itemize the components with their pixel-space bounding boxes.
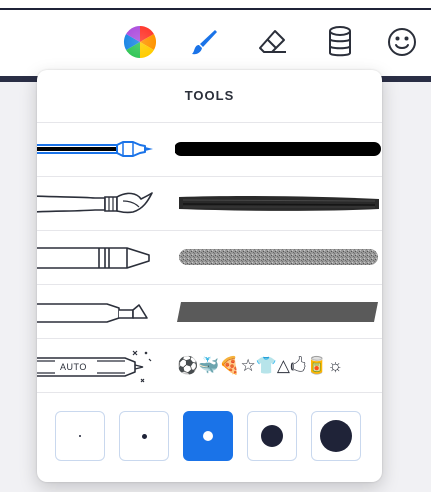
marker-icon (37, 141, 153, 157)
emoji-icon[interactable] (384, 24, 420, 60)
panel-title: TOOLS (184, 88, 235, 103)
size-large-button[interactable] (247, 411, 297, 461)
size-selector (37, 392, 382, 482)
crayon-icon (37, 247, 150, 269)
size-medium-button[interactable] (183, 411, 233, 461)
auto-label: AUTO (60, 362, 87, 372)
toolbar-top-divider (0, 8, 431, 10)
tool-row-paintbrush[interactable] (37, 176, 382, 229)
size-dot (203, 431, 213, 441)
size-dot (79, 435, 81, 437)
crayon-stroke-preview (179, 249, 378, 265)
tool-row-crayon[interactable] (37, 230, 382, 283)
tool-row-auto-shapes[interactable]: AUTO ⚽🐳🍕☆👕△🖒🥫☼ (37, 338, 382, 391)
highlighter-icon (37, 303, 148, 323)
auto-pen-icon: AUTO (37, 350, 152, 383)
tool-row-highlighter[interactable] (37, 284, 382, 337)
marker-stroke-preview (175, 142, 381, 156)
paintbrush-icon (37, 192, 153, 214)
shapes-preview: ⚽🐳🍕☆👕△🖒🥫☼ (177, 356, 344, 375)
tool-row-marker[interactable] (37, 122, 382, 175)
size-extra-small-button[interactable] (55, 411, 105, 461)
eraser-icon[interactable] (254, 24, 290, 60)
size-dot (320, 420, 352, 452)
paintbrush-stroke-preview (179, 195, 379, 211)
tools-panel: TOOLS AUTO ⚽🐳🍕☆👕△🖒🥫☼ (37, 70, 382, 482)
color-wheel-icon[interactable] (122, 24, 158, 60)
highlighter-stroke-preview (177, 302, 378, 322)
size-dot (261, 425, 283, 447)
top-toolbar (0, 0, 431, 76)
bucket-icon[interactable] (322, 24, 358, 60)
size-small-button[interactable] (119, 411, 169, 461)
size-extra-large-button[interactable] (311, 411, 361, 461)
brush-icon[interactable] (186, 24, 222, 60)
size-dot (141, 433, 147, 439)
